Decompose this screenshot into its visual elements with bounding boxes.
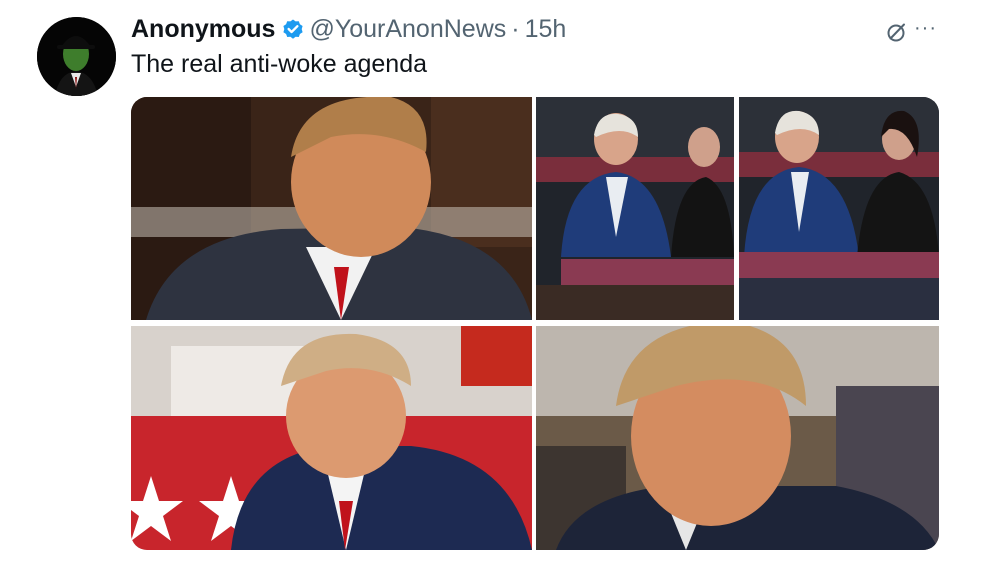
media-image-5[interactable]	[536, 326, 939, 550]
verified-badge-icon	[281, 17, 305, 41]
author-avatar[interactable]	[37, 17, 116, 96]
media-image-3[interactable]	[739, 97, 939, 320]
tweet-timestamp[interactable]: 15h	[525, 15, 567, 44]
author-name[interactable]: Anonymous	[131, 15, 275, 44]
grok-icon[interactable]	[884, 19, 910, 45]
header-separator: ·	[511, 14, 520, 43]
author-handle[interactable]: @YourAnonNews	[309, 15, 506, 44]
tweet-text: The real anti-woke agenda	[131, 50, 428, 78]
media-image-1[interactable]	[131, 97, 532, 320]
media-image-2[interactable]	[536, 97, 734, 320]
media-image-4[interactable]	[131, 326, 532, 550]
media-grid	[131, 97, 939, 550]
tweet-header: Anonymous @YourAnonNews · 15h	[131, 12, 566, 46]
more-options-icon[interactable]: ···	[914, 17, 937, 40]
